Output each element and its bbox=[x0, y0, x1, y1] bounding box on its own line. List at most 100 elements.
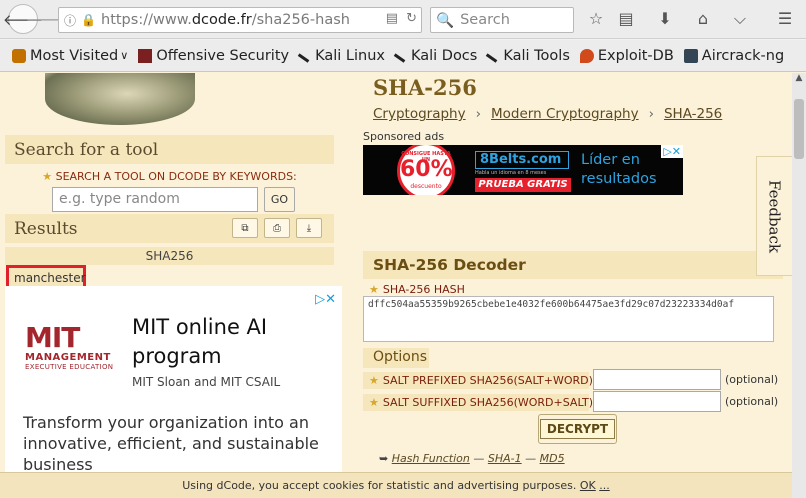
kali-dragon-icon bbox=[393, 48, 409, 63]
url-host: dcode.fr bbox=[191, 12, 252, 28]
breadcrumb-modern-cryptography[interactable]: Modern Cryptography bbox=[491, 106, 639, 122]
banner-tagline-line2: resultados bbox=[581, 171, 657, 187]
url-prefix: https://www. bbox=[101, 12, 192, 28]
url-bar[interactable]: ⓘ 🔒 https://www.dcode.fr/sha256-hash ▤ ↻ bbox=[58, 7, 422, 33]
download-icon[interactable]: ⬇ bbox=[654, 9, 676, 29]
banner-logo: 8Belts.com bbox=[475, 151, 569, 169]
page-content: Search for a tool ★ SEARCH A TOOL ON DCO… bbox=[0, 73, 792, 498]
star-icon: ★ bbox=[369, 374, 379, 387]
related-arrow-icon: ➥ bbox=[379, 452, 389, 465]
gear-icon bbox=[12, 48, 26, 63]
mit-logo-exec: EXECUTIVE EDUCATION bbox=[25, 363, 114, 371]
breadcrumb: Cryptography › Modern Cryptography › SHA-256 bbox=[373, 106, 722, 122]
adchoices-icon[interactable]: ▷✕ bbox=[661, 145, 683, 158]
bookmark-aircrack-ng[interactable]: Aircrack-ng bbox=[683, 47, 785, 64]
info-icon[interactable]: ⓘ bbox=[63, 12, 77, 29]
search-tool-title: Search for a tool bbox=[5, 135, 334, 164]
results-header: SHA256 bbox=[5, 247, 334, 265]
search-input[interactable]: 🔍 Search bbox=[430, 7, 574, 33]
adchoices-icon[interactable]: ▷✕ bbox=[315, 292, 336, 307]
bookmark-label: Kali Tools bbox=[503, 47, 570, 64]
page-scrollbar[interactable]: ▲ bbox=[792, 73, 806, 498]
bookmark-most-visited[interactable]: Most Visited ∨ bbox=[12, 48, 128, 64]
star-icon: ★ bbox=[369, 396, 379, 409]
related-links: ➥ Hash Function — SHA-1 — MD5 bbox=[379, 452, 565, 465]
ad-subtitle: MIT Sloan and MIT CSAIL bbox=[132, 375, 281, 389]
copy-icon[interactable]: ⧉ bbox=[232, 218, 258, 238]
salt-prefixed-label-text: SALT PREFIXED SHA256(SALT+WORD) bbox=[382, 374, 593, 387]
salt-suffixed-input[interactable] bbox=[593, 391, 721, 412]
browser-navbar: 🡐 🡒 ⓘ 🔒 https://www.dcode.fr/sha256-hash… bbox=[0, 0, 806, 39]
exploit-db-icon bbox=[579, 48, 594, 63]
link-sha-1[interactable]: SHA-1 bbox=[488, 452, 522, 465]
scroll-thumb[interactable] bbox=[794, 99, 804, 159]
mit-logo: MIT MANAGEMENT EXECUTIVE EDUCATION bbox=[25, 324, 115, 372]
page-title: SHA-256 bbox=[373, 75, 477, 100]
feedback-label: Feedback bbox=[765, 179, 784, 253]
kali-dragon-icon bbox=[297, 48, 313, 63]
banner-tagline: Líder en resultados bbox=[581, 151, 657, 189]
breadcrumb-cryptography[interactable]: Cryptography bbox=[373, 106, 466, 122]
print-icon[interactable]: ⎙ bbox=[264, 218, 290, 238]
banner-small-text: Habla un idioma en 8 meses bbox=[475, 170, 547, 176]
bookmark-kali-linux[interactable]: Kali Linux bbox=[297, 48, 385, 64]
results-tools: ⧉ ⎙ ⤓ bbox=[232, 218, 322, 238]
keywords-label-text: SEARCH A TOOL ON DCODE BY KEYWORDS: bbox=[55, 170, 297, 183]
bookmark-label: Kali Docs bbox=[410, 47, 478, 64]
hash-label-text: SHA-256 HASH bbox=[382, 283, 465, 296]
optional-hint: (optional) bbox=[725, 373, 779, 386]
bookmark-kali-tools[interactable]: Kali Tools bbox=[486, 47, 570, 64]
reading-list-icon[interactable]: ▤ bbox=[615, 9, 637, 29]
bookmark-star-icon[interactable]: ☆ bbox=[585, 9, 607, 29]
download-icon[interactable]: ⤓ bbox=[296, 218, 322, 238]
breadcrumb-sha-256[interactable]: SHA-256 bbox=[664, 106, 722, 122]
home-icon[interactable]: ⌂ bbox=[692, 9, 714, 29]
go-button[interactable]: GO bbox=[264, 187, 295, 212]
hash-textarea[interactable]: dffc504aa55359b9265cbebe1e4032fe600b6447… bbox=[363, 296, 774, 342]
url-text[interactable]: https://www.dcode.fr/sha256-hash bbox=[101, 12, 350, 28]
bookmark-label: Exploit-DB bbox=[597, 47, 674, 64]
lock-icon[interactable]: 🔒 bbox=[81, 13, 96, 27]
star-icon: ★ bbox=[42, 170, 53, 183]
options-title: Options bbox=[363, 348, 429, 368]
sponsored-label: Sponsored ads bbox=[363, 130, 445, 143]
bookmark-label: Most Visited bbox=[30, 47, 119, 64]
feedback-tab[interactable]: Feedback bbox=[756, 156, 792, 276]
reader-view-icon[interactable]: ▤ bbox=[386, 11, 398, 26]
salt-prefixed-label: ★ SALT PREFIXED SHA256(SALT+WORD) bbox=[363, 372, 593, 389]
aircrack-icon bbox=[683, 48, 698, 63]
banner-tagline-line1: Líder en bbox=[581, 152, 640, 168]
dcode-logo[interactable] bbox=[45, 73, 195, 125]
offsec-icon bbox=[138, 48, 153, 63]
banner-circle-bottom: descuento bbox=[410, 183, 442, 190]
url-path: /sha256-hash bbox=[251, 12, 350, 28]
reload-icon[interactable]: ↻ bbox=[406, 11, 417, 26]
menu-icon[interactable]: ☰ bbox=[774, 9, 796, 29]
ad-body: Transform your organization into an inno… bbox=[23, 413, 319, 474]
bookmark-offensive-security[interactable]: Offensive Security bbox=[138, 48, 289, 64]
cookie-more-link[interactable]: ... bbox=[599, 479, 610, 492]
decrypt-button[interactable]: DECRYPT bbox=[538, 414, 617, 444]
search-icon: 🔍 bbox=[436, 12, 455, 29]
salt-suffixed-label: ★ SALT SUFFIXED SHA256(WORD+SALT) bbox=[363, 394, 593, 411]
ad-title[interactable]: MIT online AI program bbox=[132, 313, 332, 371]
bookmarks-toolbar: Most Visited ∨ Offensive Security Kali L… bbox=[0, 40, 806, 72]
banner-ad[interactable]: CONSIGUE HASTA UN 60% descuento 8Belts.c… bbox=[363, 145, 683, 195]
bookmark-label: Aircrack-ng bbox=[701, 47, 785, 64]
sha256-decoder: SHA-256 Decoder ★ SHA-256 HASH dffc504aa5… bbox=[363, 251, 783, 498]
keywords-input[interactable]: e.g. type random bbox=[52, 187, 258, 212]
pocket-icon[interactable]: ⌵ bbox=[729, 9, 751, 29]
cookie-ok-link[interactable]: OK bbox=[580, 479, 596, 492]
link-md5[interactable]: MD5 bbox=[540, 452, 565, 465]
bookmark-kali-docs[interactable]: Kali Docs bbox=[393, 47, 478, 64]
salt-prefixed-input[interactable] bbox=[593, 369, 721, 390]
cookie-banner: Using dCode, you accept cookies for stat… bbox=[0, 472, 792, 498]
link-hash-function[interactable]: Hash Function bbox=[392, 452, 470, 465]
hash-label: ★ SHA-256 HASH bbox=[369, 283, 465, 296]
banner-cta[interactable]: PRUEBA GRATIS bbox=[475, 178, 571, 192]
scroll-up-icon[interactable]: ▲ bbox=[792, 73, 806, 87]
search-placeholder: Search bbox=[460, 12, 510, 28]
forward-button[interactable]: 🡒 bbox=[26, 9, 69, 29]
mit-ad[interactable]: ▷✕ MIT MANAGEMENT EXECUTIVE EDUCATION MI… bbox=[5, 286, 342, 498]
bookmark-exploit-db[interactable]: Exploit-DB bbox=[579, 47, 674, 64]
